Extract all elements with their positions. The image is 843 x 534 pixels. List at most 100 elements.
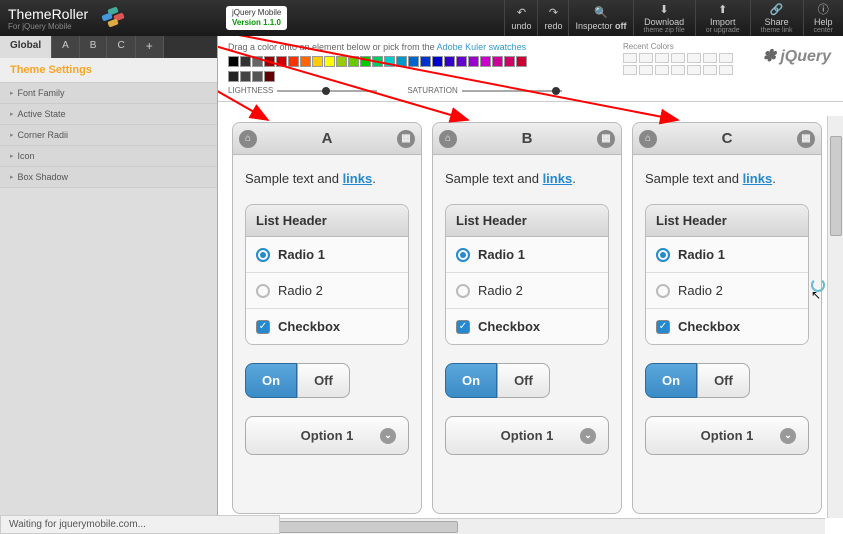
tab-a[interactable]: A	[52, 36, 80, 58]
recent-colors: Recent Colors	[623, 42, 733, 75]
accordion-active-state[interactable]: Active State	[0, 104, 217, 125]
recent-swatch[interactable]	[703, 53, 717, 63]
home-icon[interactable]: ⌂	[439, 130, 457, 148]
accordion-box-shadow[interactable]: Box Shadow	[0, 167, 217, 188]
lightness-knob[interactable]	[322, 87, 330, 95]
color-swatch[interactable]	[240, 56, 251, 67]
checkbox-row[interactable]: ✓Checkbox	[446, 309, 608, 344]
radio-row-2[interactable]: Radio 2	[446, 273, 608, 309]
scrollbar-thumb[interactable]	[830, 136, 842, 236]
toggle-on-button[interactable]: On	[245, 363, 297, 398]
color-swatch[interactable]	[312, 56, 323, 67]
download-button[interactable]: ⬇Downloadtheme zip file	[633, 0, 695, 36]
color-swatch[interactable]	[516, 56, 527, 67]
recent-swatch[interactable]	[703, 65, 717, 75]
select-dropdown[interactable]: Option 1⌄	[445, 416, 609, 455]
kuler-link[interactable]: Adobe Kuler swatches	[437, 42, 527, 52]
color-swatch[interactable]	[372, 56, 383, 67]
recent-swatch[interactable]	[623, 65, 637, 75]
select-dropdown[interactable]: Option 1⌄	[245, 416, 409, 455]
recent-swatch[interactable]	[687, 65, 701, 75]
recent-swatch[interactable]	[719, 65, 733, 75]
sample-link[interactable]: links	[543, 171, 573, 186]
color-swatch[interactable]	[420, 56, 431, 67]
saturation-slider[interactable]	[462, 90, 562, 92]
lightness-slider[interactable]	[277, 90, 377, 92]
top-bar: ThemeRoller For jQuery Mobile jQuery Mob…	[0, 0, 843, 36]
inspector-button[interactable]: 🔍Inspector off	[568, 0, 632, 36]
grid-icon[interactable]: ▦	[597, 130, 615, 148]
recent-swatch[interactable]	[671, 53, 685, 63]
color-swatch[interactable]	[264, 56, 275, 67]
toggle-off-button[interactable]: Off	[497, 363, 550, 398]
sample-link[interactable]: links	[743, 171, 773, 186]
color-swatch[interactable]	[228, 71, 239, 82]
color-swatch[interactable]	[468, 56, 479, 67]
home-icon[interactable]: ⌂	[239, 130, 257, 148]
accordion-icon[interactable]: Icon	[0, 146, 217, 167]
tab-b[interactable]: B	[80, 36, 108, 58]
color-swatch[interactable]	[456, 56, 467, 67]
recent-swatch[interactable]	[671, 65, 685, 75]
undo-button[interactable]: ↶undo	[504, 0, 537, 36]
recent-swatch[interactable]	[639, 53, 653, 63]
color-swatch[interactable]	[492, 56, 503, 67]
checkbox-row[interactable]: ✓Checkbox	[246, 309, 408, 344]
version-selector[interactable]: jQuery Mobile Version 1.1.0	[226, 6, 287, 29]
color-swatch[interactable]	[408, 56, 419, 67]
recent-swatch[interactable]	[719, 53, 733, 63]
horizontal-scrollbar[interactable]	[218, 518, 825, 534]
color-swatch[interactable]	[276, 56, 287, 67]
share-button[interactable]: 🔗Sharetheme link	[750, 0, 803, 36]
recent-swatch[interactable]	[687, 53, 701, 63]
select-dropdown[interactable]: Option 1⌄	[645, 416, 809, 455]
sample-link[interactable]: links	[343, 171, 373, 186]
grid-icon[interactable]: ▦	[397, 130, 415, 148]
color-swatch[interactable]	[252, 71, 263, 82]
color-swatch[interactable]	[240, 71, 251, 82]
radio-row-2[interactable]: Radio 2	[246, 273, 408, 309]
color-swatch[interactable]	[432, 56, 443, 67]
checkbox-row[interactable]: ✓Checkbox	[646, 309, 808, 344]
color-swatch[interactable]	[252, 56, 263, 67]
color-swatch[interactable]	[396, 56, 407, 67]
vertical-scrollbar[interactable]	[827, 116, 843, 518]
color-swatch[interactable]	[228, 56, 239, 67]
recent-swatch[interactable]	[623, 53, 637, 63]
color-swatch[interactable]	[324, 56, 335, 67]
color-swatch[interactable]	[348, 56, 359, 67]
home-icon[interactable]: ⌂	[639, 130, 657, 148]
color-swatch[interactable]	[264, 71, 275, 82]
theme-card-b: ⌂B▦Sample text and links.List HeaderRadi…	[432, 122, 622, 514]
radio-row-2[interactable]: Radio 2	[646, 273, 808, 309]
tab-c[interactable]: C	[107, 36, 135, 58]
toggle-on-button[interactable]: On	[445, 363, 497, 398]
accordion-corner-radii[interactable]: Corner Radii	[0, 125, 217, 146]
help-button[interactable]: ⓘHelpcenter	[803, 0, 843, 36]
saturation-knob[interactable]	[552, 87, 560, 95]
radio-row-1[interactable]: Radio 1	[446, 237, 608, 273]
color-swatch[interactable]	[336, 56, 347, 67]
tab-+[interactable]: +	[136, 36, 164, 58]
recent-swatch[interactable]	[655, 53, 669, 63]
recent-swatch[interactable]	[655, 65, 669, 75]
color-swatch[interactable]	[300, 56, 311, 67]
color-swatch[interactable]	[384, 56, 395, 67]
color-swatch[interactable]	[480, 56, 491, 67]
recent-swatch[interactable]	[639, 65, 653, 75]
radio-row-1[interactable]: Radio 1	[246, 237, 408, 273]
toggle-on-button[interactable]: On	[645, 363, 697, 398]
import-button[interactable]: ⬆Importor upgrade	[695, 0, 750, 36]
color-swatch[interactable]	[504, 56, 515, 67]
redo-button[interactable]: ↷redo	[537, 0, 568, 36]
accordion-font-family[interactable]: Font Family	[0, 83, 217, 104]
toggle-off-button[interactable]: Off	[297, 363, 350, 398]
scrollbar-thumb[interactable]	[258, 521, 458, 533]
tab-global[interactable]: Global	[0, 36, 52, 58]
color-swatch[interactable]	[288, 56, 299, 67]
toggle-off-button[interactable]: Off	[697, 363, 750, 398]
radio-row-1[interactable]: Radio 1	[646, 237, 808, 273]
color-swatch[interactable]	[360, 56, 371, 67]
color-swatch[interactable]	[444, 56, 455, 67]
grid-icon[interactable]: ▦	[797, 130, 815, 148]
